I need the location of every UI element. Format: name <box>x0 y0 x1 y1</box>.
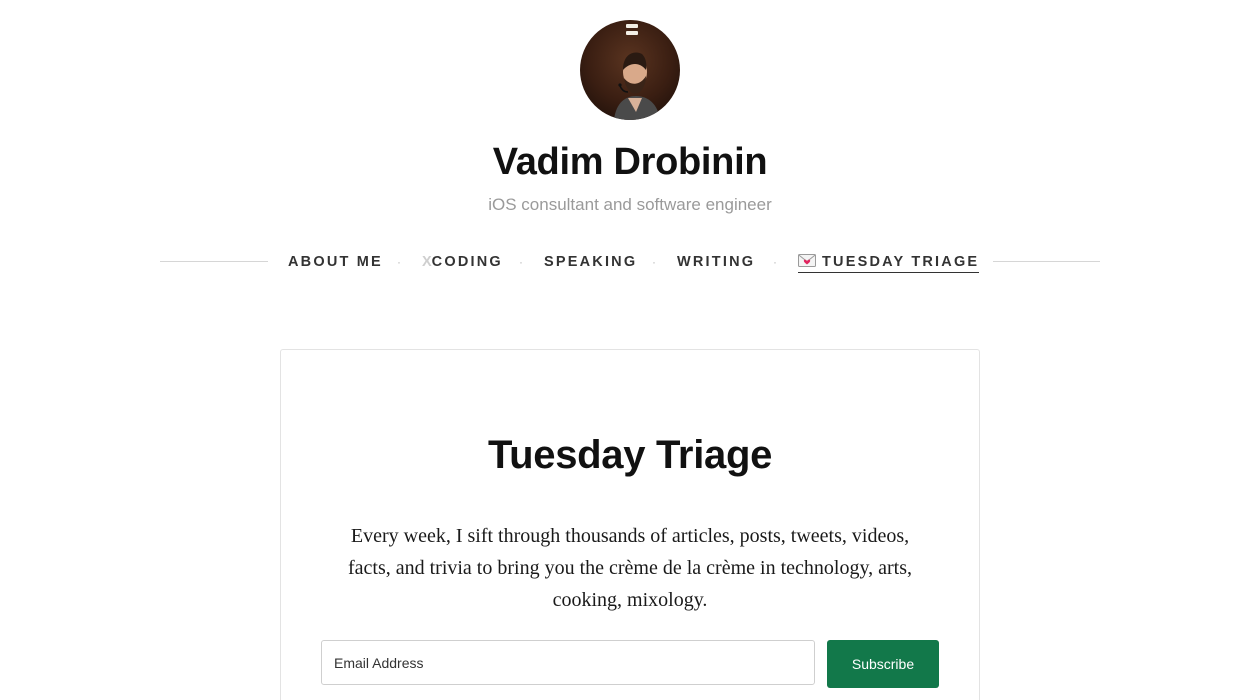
nav-coding[interactable]: XCODING <box>422 252 503 272</box>
nav-divider-left <box>160 261 268 262</box>
newsletter-title: Tuesday Triage <box>487 433 773 477</box>
nav-tuesday-triage[interactable]: TUESDAY TRIAGE <box>798 252 980 273</box>
nav-coding-label: CODING <box>431 254 503 270</box>
email-input[interactable] <box>321 640 815 685</box>
site-name[interactable]: Vadim Drobinin <box>0 136 1260 188</box>
newsletter-card: Tuesday Triage Every week, I sift throug… <box>280 349 980 700</box>
nav-coding-prefix: X <box>422 254 432 270</box>
nav-tuesday-triage-label: TUESDAY TRIAGE <box>822 254 980 270</box>
nav-separator: · <box>652 255 656 269</box>
nav-separator: · <box>397 255 401 269</box>
subscribe-button[interactable]: Subscribe <box>827 640 939 688</box>
nav-divider-right <box>993 261 1100 262</box>
page: Vadim Drobinin iOS consultant and softwa… <box>0 0 1260 700</box>
envelope-heart-icon <box>798 254 816 267</box>
main-nav: ABOUT ME · XCODING · SPEAKING · WRITING … <box>160 248 1100 276</box>
nav-separator: · <box>519 255 523 269</box>
avatar[interactable] <box>580 20 680 120</box>
newsletter-description: Every week, I sift through thousands of … <box>347 525 913 611</box>
nav-separator: · <box>773 255 777 269</box>
site-tagline: iOS consultant and software engineer <box>488 195 772 214</box>
nav-writing[interactable]: WRITING <box>677 252 755 272</box>
avatar-photo <box>580 20 680 120</box>
nav-speaking[interactable]: SPEAKING <box>544 252 637 272</box>
nav-about-me[interactable]: ABOUT ME <box>288 252 383 272</box>
